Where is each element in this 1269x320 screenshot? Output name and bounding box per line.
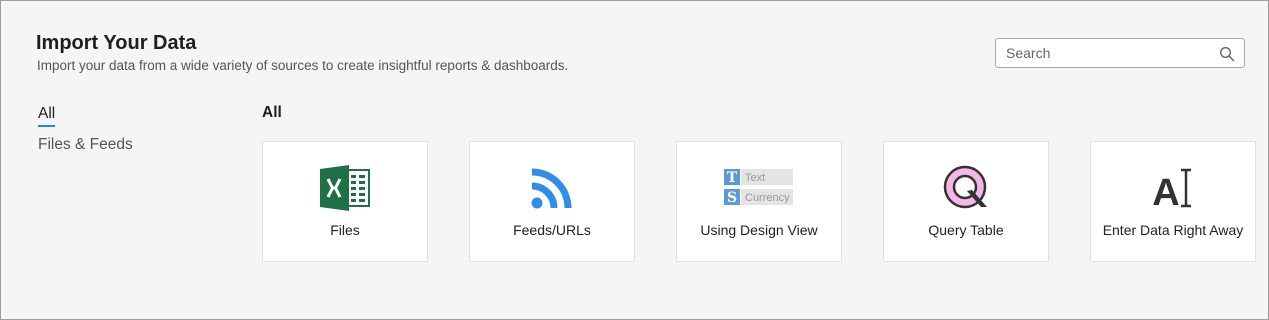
card-label: Enter Data Right Away xyxy=(1102,222,1244,238)
card-label: Using Design View xyxy=(700,222,818,238)
enter-data-letter: A xyxy=(1152,172,1179,212)
sidebar-item-all[interactable]: All xyxy=(38,105,56,127)
rss-feed-icon xyxy=(517,164,587,212)
import-data-panel: Import Your Data Import your data from a… xyxy=(0,0,1269,320)
search-box[interactable] xyxy=(995,38,1245,68)
card-design-view[interactable]: T Text S Currency Using Design View xyxy=(676,141,842,262)
excel-icon xyxy=(310,164,380,212)
card-label: Feeds/URLs xyxy=(513,222,591,238)
card-query-table[interactable]: Query Table xyxy=(883,141,1049,262)
design-view-icon: T Text S Currency xyxy=(724,164,794,212)
design-view-text-word: Text xyxy=(745,172,765,184)
section-title: All xyxy=(262,104,282,121)
query-table-icon xyxy=(931,164,1001,212)
sidebar-item-files-feeds[interactable]: Files & Feeds xyxy=(38,136,133,154)
card-files[interactable]: Files xyxy=(262,141,428,262)
search-input[interactable] xyxy=(996,39,1216,67)
card-label: Query Table xyxy=(928,222,1004,238)
text-cursor-icon: A xyxy=(1138,164,1208,212)
card-enter-data[interactable]: A Enter Data Right Away xyxy=(1090,141,1256,262)
design-view-t-letter: T xyxy=(727,170,738,186)
card-feeds-urls[interactable]: Feeds/URLs xyxy=(469,141,635,262)
page-subtitle: Import your data from a wide variety of … xyxy=(37,58,569,73)
design-view-s-letter: S xyxy=(727,190,737,206)
design-view-currency-word: Currency xyxy=(745,192,790,204)
search-icon[interactable] xyxy=(1219,46,1235,62)
card-label: Files xyxy=(330,222,360,238)
page-title: Import Your Data xyxy=(36,32,197,54)
